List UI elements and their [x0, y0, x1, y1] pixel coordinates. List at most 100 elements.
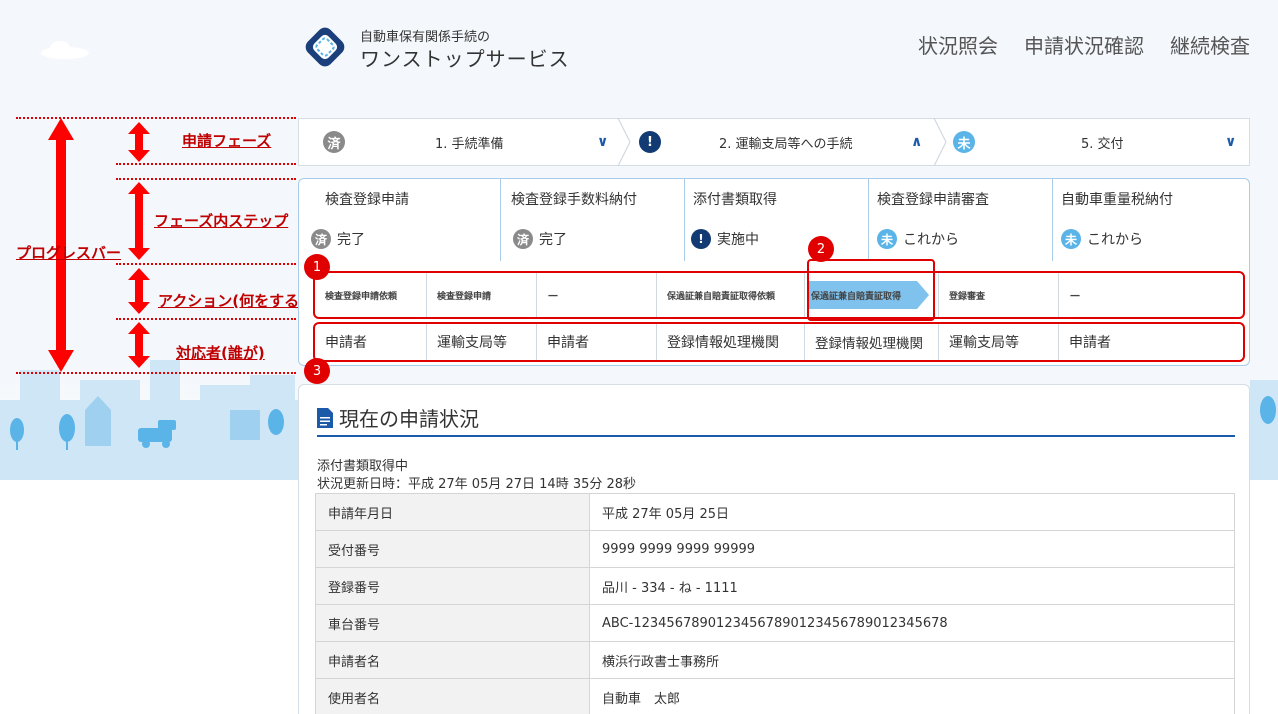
- step-item[interactable]: 検査登録申請審査 未 これから: [869, 179, 1053, 261]
- step-title: 自動車重量税納付: [1061, 192, 1173, 208]
- application-info-table: 申請年月日 平成 27年 05月 25日 受付番号 9999 9999 9999…: [315, 493, 1235, 714]
- annotation-action: アクション(何をする): [158, 292, 306, 310]
- phase-progress-bar: 済 1. 手続準備 ∨ ! 2. 運輸支局等への手続 ∧ 未 5. 交付 ∨: [298, 118, 1250, 166]
- actor-row: 申請者 運輸支局等 申請者 登録情報処理機関 登録情報処理機関 運輸支局等 申請…: [313, 322, 1245, 362]
- phase-label: 5. 交付: [1081, 136, 1124, 152]
- top-nav: 状況照会 申請状況確認 継続検査: [918, 30, 1250, 59]
- annotation-phase: 申請フェーズ: [182, 132, 272, 150]
- step-status: 未 これから: [1061, 229, 1143, 249]
- action-cell: 検査登録申請依頼: [315, 273, 427, 317]
- nav-status-inquiry[interactable]: 状況照会: [918, 30, 998, 59]
- row-value: ABC-123456789012345678901234567890123456…: [589, 604, 1235, 642]
- action-cell: 保過証兼自賠責証取得依頼: [657, 273, 805, 317]
- logo-icon[interactable]: [300, 22, 350, 72]
- phase-step-arrow-icon: [128, 182, 150, 260]
- callout-number: 3: [304, 358, 330, 384]
- action-arrow-icon: [128, 268, 150, 314]
- step-item[interactable]: 検査登録手数料納付 済 完了: [501, 179, 685, 261]
- callout-number: 2: [808, 236, 834, 262]
- action-cell: －: [537, 273, 657, 317]
- chevron-up-icon[interactable]: ∧: [911, 134, 922, 150]
- done-badge-icon: 済: [323, 131, 345, 153]
- phase-item-delivery[interactable]: 未 5. 交付 ∨: [943, 119, 1249, 165]
- step-title: 検査登録申請審査: [877, 192, 989, 208]
- row-value: 品川 - 334 - ね - 1111: [589, 567, 1235, 605]
- row-label: 登録番号: [315, 567, 590, 605]
- annotation-divider: [116, 178, 296, 180]
- step-status-label: 完了: [337, 232, 365, 248]
- actor-cell: 登録情報処理機関: [657, 324, 805, 360]
- title-underline: [317, 435, 1235, 437]
- row-value: 横浜行政書士事務所: [589, 641, 1235, 679]
- step-status: 済 完了: [513, 229, 567, 249]
- actor-cell: 申請者: [537, 324, 657, 360]
- annotation-divider: [116, 318, 296, 320]
- done-badge-icon: 済: [311, 229, 331, 249]
- table-row: 受付番号 9999 9999 9999 99999: [315, 530, 1235, 568]
- action-cell: 登録審査: [939, 273, 1059, 317]
- action-cell: 検査登録申請: [427, 273, 537, 317]
- actor-cell: 運輸支局等: [939, 324, 1059, 360]
- table-row: 使用者名 自動車 太郎: [315, 678, 1235, 714]
- status-title-text: 現在の申請状況: [339, 407, 479, 431]
- phase-step-panel: 検査登録申請 済 完了 検査登録手数料納付 済 完了 添付書類取得 ! 実施中 …: [298, 178, 1250, 366]
- table-row: 申請年月日 平成 27年 05月 25日: [315, 493, 1235, 531]
- step-item[interactable]: 添付書類取得 ! 実施中: [685, 179, 869, 261]
- action-cell: －: [1069, 288, 1082, 303]
- actor-cell: 申請者: [1069, 335, 1111, 351]
- todo-badge-icon: 未: [953, 131, 975, 153]
- callout-number: 1: [304, 254, 330, 280]
- alert-badge-icon: !: [691, 229, 711, 249]
- phase-label: 2. 運輸支局等への手続: [719, 136, 853, 152]
- row-value: 9999 9999 9999 99999: [589, 530, 1235, 568]
- row-label: 申請者名: [315, 641, 590, 679]
- done-badge-icon: 済: [513, 229, 533, 249]
- logo-title: ワンストップサービス: [360, 47, 570, 71]
- step-item[interactable]: 検査登録申請 済 完了: [299, 179, 501, 261]
- chevron-down-icon[interactable]: ∨: [597, 134, 608, 150]
- actor-arrow-icon: [128, 322, 150, 368]
- cloud-decoration: [41, 41, 89, 59]
- row-label: 車台番号: [315, 604, 590, 642]
- actor-cell: 登録情報処理機関: [805, 324, 939, 360]
- nav-application-status[interactable]: 申請状況確認: [1024, 30, 1144, 59]
- annotation-divider: [116, 163, 296, 165]
- annotation-phase-step: フェーズ内ステップ: [154, 212, 289, 230]
- todo-badge-icon: 未: [1061, 229, 1081, 249]
- table-row: 申請者名 横浜行政書士事務所: [315, 641, 1235, 679]
- step-status-label: これから: [1087, 232, 1143, 248]
- phase-item-preparation[interactable]: 済 1. 手続準備 ∨: [299, 119, 621, 165]
- highlight-box: [807, 259, 935, 321]
- annotation-divider: [16, 372, 296, 374]
- actor-cell: 申請者: [315, 324, 427, 360]
- actor-cell: 運輸支局等: [427, 324, 537, 360]
- step-item[interactable]: 自動車重量税納付 未 これから: [1053, 179, 1249, 261]
- step-title: 検査登録申請: [325, 192, 409, 208]
- row-label: 使用者名: [315, 678, 590, 714]
- row-value: 自動車 太郎: [589, 678, 1235, 714]
- phase-label: 1. 手続準備: [435, 136, 504, 152]
- status-title: 現在の申請状況: [317, 403, 479, 432]
- status-state-text: 添付書類取得中: [317, 459, 409, 474]
- row-label: 申請年月日: [315, 493, 590, 531]
- annotation-progress-bar: プログレスバー: [16, 244, 122, 262]
- todo-badge-icon: 未: [877, 229, 897, 249]
- step-title: 添付書類取得: [693, 192, 777, 208]
- chevron-down-icon[interactable]: ∨: [1225, 134, 1236, 150]
- phase-item-transport-office[interactable]: ! 2. 運輸支局等への手続 ∧: [627, 119, 935, 165]
- document-icon: [317, 407, 333, 428]
- row-value: 平成 27年 05月 25日: [589, 493, 1235, 531]
- step-status: 済 完了: [311, 229, 365, 249]
- table-row: 登録番号 品川 - 334 - ね - 1111: [315, 567, 1235, 605]
- step-status: ! 実施中: [691, 229, 759, 249]
- annotation-actor: 対応者(誰が): [176, 344, 265, 362]
- current-status-panel: 現在の申請状況 添付書類取得中 状況更新日時：平成 27年 05月 27日 14…: [298, 384, 1250, 714]
- step-status-label: 完了: [539, 232, 567, 248]
- annotation-divider: [116, 263, 296, 265]
- step-status-label: 実施中: [717, 232, 759, 248]
- nav-continuous-inspection[interactable]: 継続検査: [1170, 30, 1250, 59]
- status-updated-text: 状況更新日時：平成 27年 05月 27日 14時 35分 28秒: [317, 477, 637, 492]
- step-title: 検査登録手数料納付: [511, 192, 637, 208]
- step-status: 未 これから: [877, 229, 959, 249]
- action-row: 検査登録申請依頼 検査登録申請 － 保過証兼自賠責証取得依頼 保過証兼自賠責証取…: [313, 271, 1245, 319]
